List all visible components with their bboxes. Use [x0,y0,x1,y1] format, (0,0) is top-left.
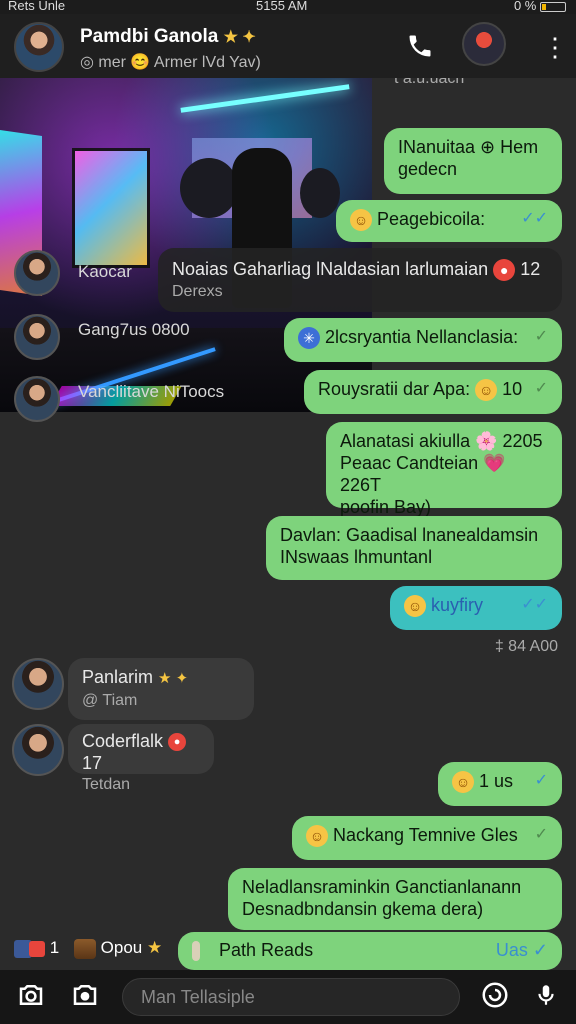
carrier-text: Rets Unle [8,0,66,13]
message-bubble-outgoing[interactable]: ☺ Nackang Temnive Gles ✓ [292,816,562,860]
read-receipt-icon: ✓✓ [521,596,548,613]
reaction-count: 12 [520,259,541,279]
bottle-icon [192,941,200,962]
message-bubble-outgoing[interactable]: ☺ 1 us ✓ [438,762,562,806]
sent-check-icon: ✓ [534,328,548,345]
message-timestamp: ‡ 84 A00 [494,638,558,655]
message-bubble-incoming[interactable]: Coderflalk ● 17 Tetdan [68,724,214,793]
message-line: Peaac Candteian 💗 226T [340,453,506,495]
message-text: Peagebicoila: [377,209,486,229]
photo-camera-icon[interactable] [68,980,102,1014]
sender-handle: @ Tiam [82,692,138,709]
more-options-icon[interactable]: ⋮ [542,32,568,64]
message-line: Desnadbndansin gkema dera) [242,899,484,919]
chat-header: Pamdbi Ganola ★ ✦ ◎ mer 😊 Armer lVd Yav)… [0,14,576,78]
message-meta-text: Uas [495,940,528,960]
avatar[interactable] [14,250,60,296]
message-line: poofin Bay) [340,497,432,517]
sender-name: Coderflalk [82,731,164,751]
message-bubble-outgoing[interactable]: Path Reads Uas ✓ [178,932,562,970]
message-bubble-outgoing[interactable]: INanuitaa ⊕ Hem gedecn [384,128,562,194]
message-text: Noaias Gaharliag lNaldasian larlumaian [172,259,489,279]
composer-bar [0,970,576,1024]
reaction-bar[interactable]: 1 Opou ★ [14,938,162,959]
contact-avatar[interactable] [14,22,64,72]
treasure-chest-icon [73,938,96,959]
target-emoji-icon: ● [493,259,516,282]
message-bubble-outgoing[interactable]: ☺ kuyfiry ✓✓ [390,586,562,630]
message-line: Davlan: Gaadisal lnanealdamsin [280,525,539,545]
avatar[interactable] [12,724,64,776]
message-subtext: Derexs [172,283,223,301]
battery-indicator: 0 % [514,0,566,13]
contact-status: ◎ mer 😊 Armer lVd Yav) [80,54,261,71]
smile-emoji-icon: ☺ [306,825,328,848]
message-subtext: Tetdan [82,776,131,793]
message-line: Alanatasi akiulla 🌸 2205 [340,431,543,451]
message-text: INanuitaa ⊕ Hem gedecn [398,137,539,179]
sent-check-icon: ✓ [534,380,548,397]
message-text: 2lcsryantia Nellanclasia: [325,327,519,347]
phone-call-icon[interactable] [404,32,436,64]
smile-emoji-icon: ☺ [475,379,498,402]
read-receipt-icon: ✓ [532,940,548,960]
message-bubble-outgoing[interactable]: ✳ 2lcsryantia Nellanclasia: ✓ [284,318,562,362]
contact-name-text: Pamdbi Ganola [80,26,219,47]
target-emoji-icon: ● [168,733,187,752]
message-bubble-incoming[interactable]: Panlarim ★ ✦ @ Tiam [68,658,254,720]
star-badge-icon: ★ ✦ [158,670,189,687]
sent-check-icon: ✓ [534,826,548,843]
sender-name: Panlarim [82,667,154,687]
sender-name: Kaocar [78,262,132,281]
reaction-count: 1 us [479,771,514,791]
message-bubble-outgoing[interactable]: Davlan: Gaadisal lnanealdamsin INswaas l… [266,516,562,580]
message-bubble-outgoing[interactable]: Rouysratii dar Apa: ☺ 10 ✓ [304,370,562,414]
youtube-icon [29,940,45,957]
message-meta: Uas ✓ [496,939,548,961]
message-bubble-incoming[interactable]: Noaias Gaharliag lNaldasian larlumaian ●… [158,248,562,312]
battery-icon [540,1,566,12]
read-receipt-icon: ✓✓ [521,210,548,227]
reaction-count: 17 [82,753,103,773]
smile-emoji-icon: ☺ [350,209,372,232]
avatar[interactable] [14,376,60,422]
message-input[interactable] [122,978,460,1016]
avatar[interactable] [14,314,60,360]
message-line: Neladlansraminkin Ganctianlanann [242,877,522,897]
reaction-count: 1 [49,938,60,957]
chat-thread[interactable]: t a.u.uacn Kaocar Noaias Gaharliag lNald… [0,78,576,970]
badge-emoji-icon: ✳ [298,327,320,350]
message-text: Path Reads [219,940,314,960]
camera-icon[interactable] [14,980,48,1014]
message-line: INswaas lhmuntanl [280,547,433,567]
clock: 5155 AM [256,0,308,13]
microphone-icon[interactable] [530,980,562,1014]
star-badge-icon: ★ [147,938,163,957]
read-receipt-icon: ✓ [534,772,548,789]
avatar[interactable] [12,658,64,710]
refresh-icon[interactable] [478,980,512,1014]
message-bubble-outgoing[interactable]: ☺ Peagebicoila: ✓✓ [336,200,562,242]
reaction-count: 10 [502,379,523,399]
contact-name[interactable]: Pamdbi Ganola ★ ✦ [80,26,256,48]
message-bubble-outgoing[interactable]: Neladlansraminkin Ganctianlanann Desnadb… [228,868,562,930]
status-bar: Rets Unle 5155 AM 0 % [0,0,576,14]
star-badge-icon: ★ ✦ [223,29,256,46]
smile-emoji-icon: ☺ [404,595,426,618]
date-fragment: t a.u.uacn [394,78,465,87]
message-text: Nackang Temnive Gles [333,825,518,845]
message-bubble-outgoing[interactable]: Alanatasi akiulla 🌸 2205 Peaac Candteian… [326,422,562,517]
message-text: kuyfiry [431,595,484,615]
battery-text: 0 % [513,0,537,13]
message-text: Rouysratii dar Apa: [318,379,471,399]
sender-name: Gang7us 0800 [78,320,190,339]
group-avatar[interactable] [462,22,506,66]
reaction-label: Opou [100,938,143,957]
smile-emoji-icon: ☺ [452,771,474,794]
sender-name: Vancliitave NiToocs [78,382,225,401]
